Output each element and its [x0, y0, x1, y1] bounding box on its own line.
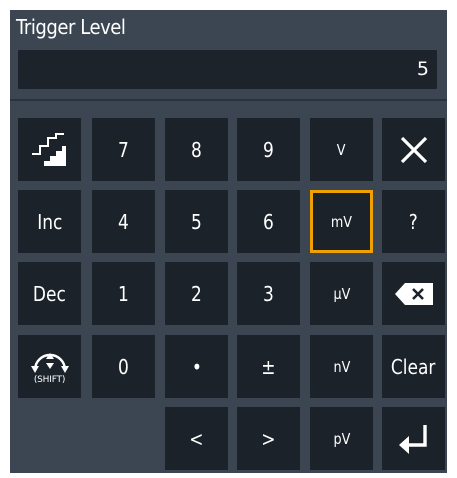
- key-label: >: [261, 426, 276, 451]
- unit-mv-button[interactable]: mV: [310, 190, 373, 253]
- value-input[interactable]: 5: [18, 50, 437, 89]
- key-4[interactable]: 4: [92, 190, 155, 253]
- key-6[interactable]: 6: [237, 190, 300, 253]
- dec-button[interactable]: Dec: [18, 262, 81, 325]
- help-button[interactable]: ?: [382, 190, 445, 253]
- trigger-level-dialog: Trigger Level 5 7 8 9 V Inc 4 5 6 mV ? D…: [10, 10, 447, 473]
- inc-button[interactable]: Inc: [18, 190, 81, 253]
- unit-v-button[interactable]: V: [310, 118, 373, 181]
- shift-rotary-icon: [30, 353, 69, 373]
- step-increment-icon: [31, 132, 66, 166]
- key-label: <: [189, 426, 204, 451]
- enter-icon: [398, 424, 427, 454]
- key-label: V: [337, 140, 346, 159]
- key-label: •: [191, 354, 202, 379]
- key-label: 6: [263, 209, 274, 234]
- dialog-title: Trigger Level: [16, 15, 126, 39]
- cursor-left-button[interactable]: <: [165, 407, 228, 470]
- unit-uv-button[interactable]: µV: [310, 262, 373, 325]
- unit-nv-button[interactable]: nV: [310, 335, 373, 398]
- key-3[interactable]: 3: [237, 262, 300, 325]
- key-0[interactable]: 0: [92, 335, 155, 398]
- key-label: 4: [118, 209, 129, 234]
- divider: [10, 99, 447, 101]
- key-label: 2: [191, 281, 202, 306]
- key-label: Inc: [36, 209, 63, 234]
- enter-button[interactable]: [382, 407, 445, 470]
- plus-minus-button[interactable]: ±: [237, 335, 300, 398]
- shift-label: (SHIFT): [33, 375, 66, 385]
- key-label: pV: [333, 429, 350, 448]
- key-label: Dec: [33, 281, 66, 306]
- key-label: 3: [263, 281, 274, 306]
- cursor-right-button[interactable]: >: [237, 407, 300, 470]
- close-button[interactable]: [382, 118, 445, 181]
- key-5[interactable]: 5: [165, 190, 228, 253]
- unit-pv-button[interactable]: pV: [310, 407, 373, 470]
- clear-button[interactable]: Clear: [382, 335, 445, 398]
- key-label: Clear: [391, 354, 436, 379]
- key-label: 0: [118, 354, 129, 379]
- shift-group: (SHIFT): [30, 348, 70, 385]
- backspace-button[interactable]: [382, 262, 445, 325]
- key-label: µV: [333, 284, 350, 303]
- decimal-point-button[interactable]: •: [165, 335, 228, 398]
- key-label: nV: [333, 357, 350, 376]
- value-text: 5: [416, 58, 429, 80]
- key-label: 9: [263, 137, 274, 162]
- close-icon: [400, 136, 427, 163]
- key-1[interactable]: 1: [92, 262, 155, 325]
- key-label: ?: [408, 209, 419, 234]
- key-8[interactable]: 8: [165, 118, 228, 181]
- key-label: mV: [330, 212, 353, 231]
- key-label: 1: [118, 281, 129, 306]
- key-label: 5: [191, 209, 202, 234]
- shift-button[interactable]: (SHIFT): [18, 335, 81, 398]
- step-button[interactable]: [18, 118, 81, 181]
- key-label: ±: [261, 354, 276, 379]
- key-7[interactable]: 7: [92, 118, 155, 181]
- backspace-icon: [394, 282, 433, 305]
- key-label: 7: [118, 137, 129, 162]
- key-label: 8: [191, 137, 202, 162]
- key-9[interactable]: 9: [237, 118, 300, 181]
- key-2[interactable]: 2: [165, 262, 228, 325]
